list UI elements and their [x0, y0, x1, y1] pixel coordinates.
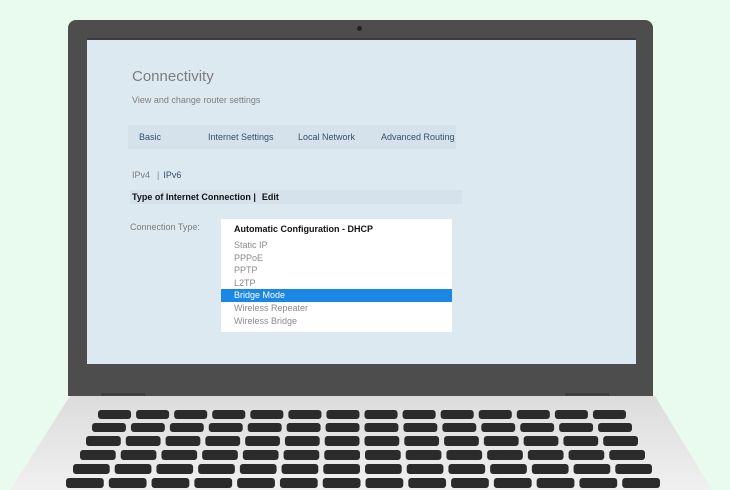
tab-basic[interactable]: Basic	[139, 132, 161, 142]
webcam-icon	[357, 26, 362, 31]
tab-advanced-routing[interactable]: Advanced Routing	[381, 132, 455, 142]
edit-link[interactable]: Edit	[262, 192, 279, 202]
option-l2tp[interactable]: L2TP	[221, 277, 452, 290]
option-pppoe[interactable]: PPPoE	[221, 252, 452, 265]
section-header: Type of Internet Connection | Edit	[130, 190, 462, 204]
settings-tabs: Basic Internet Settings Local Network Ad…	[128, 125, 456, 149]
subtab-separator: |	[157, 170, 160, 180]
section-title-text: Type of Internet Connection |	[132, 192, 256, 202]
page-title: Connectivity	[132, 68, 214, 85]
page-subtitle: View and change router settings	[132, 95, 261, 105]
option-static-ip[interactable]: Static IP	[221, 239, 452, 252]
subtab-ipv4[interactable]: IPv4	[132, 170, 150, 180]
option-wireless-bridge[interactable]: Wireless Bridge	[221, 315, 452, 328]
section-title: Type of Internet Connection | Edit	[132, 192, 279, 202]
laptop-base	[10, 396, 712, 490]
subtab-ipv6[interactable]: IPv6	[163, 170, 181, 180]
option-wireless-repeater[interactable]: Wireless Repeater	[221, 302, 452, 315]
ip-version-tabs: IPv4 | IPv6	[132, 170, 181, 180]
dropdown-selected-value[interactable]: Automatic Configuration - DHCP	[234, 224, 373, 234]
option-bridge-mode[interactable]: Bridge Mode	[221, 289, 452, 302]
tab-local-network[interactable]: Local Network	[298, 132, 355, 142]
tab-internet-settings[interactable]: Internet Settings	[208, 132, 274, 142]
dropdown-options: Static IP PPPoE PPTP L2TP Bridge Mode Wi…	[221, 239, 452, 327]
option-pptp[interactable]: PPTP	[221, 264, 452, 277]
connection-type-dropdown[interactable]: Automatic Configuration - DHCP Static IP…	[221, 219, 452, 332]
connection-type-label: Connection Type:	[130, 222, 200, 232]
